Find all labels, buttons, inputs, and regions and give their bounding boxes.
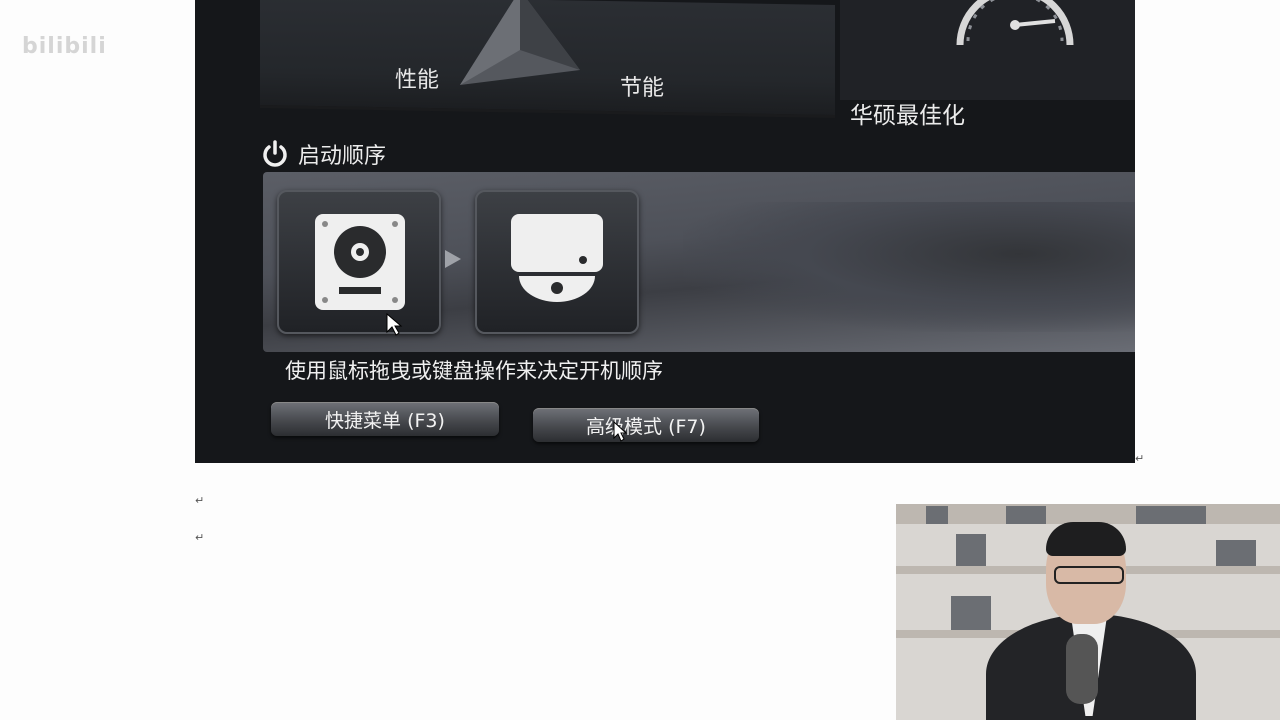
performance-label[interactable]: 性能 bbox=[395, 62, 439, 94]
boot-device-hard-disk[interactable] bbox=[277, 190, 441, 334]
asus-optimal-label[interactable]: 华硕最佳化 bbox=[850, 96, 965, 130]
speedometer-icon[interactable] bbox=[950, 0, 1080, 65]
power-icon bbox=[263, 140, 287, 167]
paragraph-mark-icon: ↵ bbox=[1135, 452, 1145, 465]
book bbox=[1136, 506, 1206, 524]
pointer-cursor-icon bbox=[613, 420, 628, 442]
book bbox=[951, 596, 991, 630]
bios-screenshot: 性能 节能 华硕最佳化 启动顺序 使用鼠标拖曳或键盘操作来决定开机顺序 快捷菜单… bbox=[195, 0, 1135, 463]
hdd-icon bbox=[315, 214, 405, 310]
mode-triangle-icon[interactable] bbox=[460, 0, 580, 90]
energy-saving-label[interactable]: 节能 bbox=[620, 70, 664, 102]
optical-drive-icon bbox=[511, 214, 603, 302]
mouse-cursor-icon bbox=[386, 312, 403, 336]
boot-device-optical-drive[interactable] bbox=[475, 190, 639, 334]
book bbox=[926, 506, 948, 524]
boot-priority-title: 启动顺序 bbox=[298, 144, 387, 169]
presenter-webcam-overlay bbox=[896, 504, 1280, 720]
boot-priority-heading: 启动顺序 bbox=[260, 138, 386, 170]
book bbox=[1006, 506, 1046, 524]
boot-order-arrow-icon bbox=[445, 250, 461, 268]
microphone bbox=[1066, 634, 1098, 704]
book bbox=[956, 534, 986, 566]
paragraph-mark-icon: ↵ bbox=[195, 531, 205, 544]
paragraph-mark-icon: ↵ bbox=[195, 494, 205, 507]
bookshelf bbox=[896, 504, 1280, 524]
ez-menu-button[interactable]: 快捷菜单 (F3) bbox=[271, 402, 499, 436]
boot-priority-hint: 使用鼠标拖曳或键盘操作来决定开机顺序 bbox=[285, 359, 663, 383]
book bbox=[1216, 540, 1256, 566]
presenter-glasses bbox=[1054, 566, 1124, 584]
presenter-hair bbox=[1046, 522, 1126, 556]
background-swirl bbox=[683, 202, 1135, 332]
advanced-mode-button[interactable]: 高级模式 (F7) bbox=[533, 408, 759, 442]
